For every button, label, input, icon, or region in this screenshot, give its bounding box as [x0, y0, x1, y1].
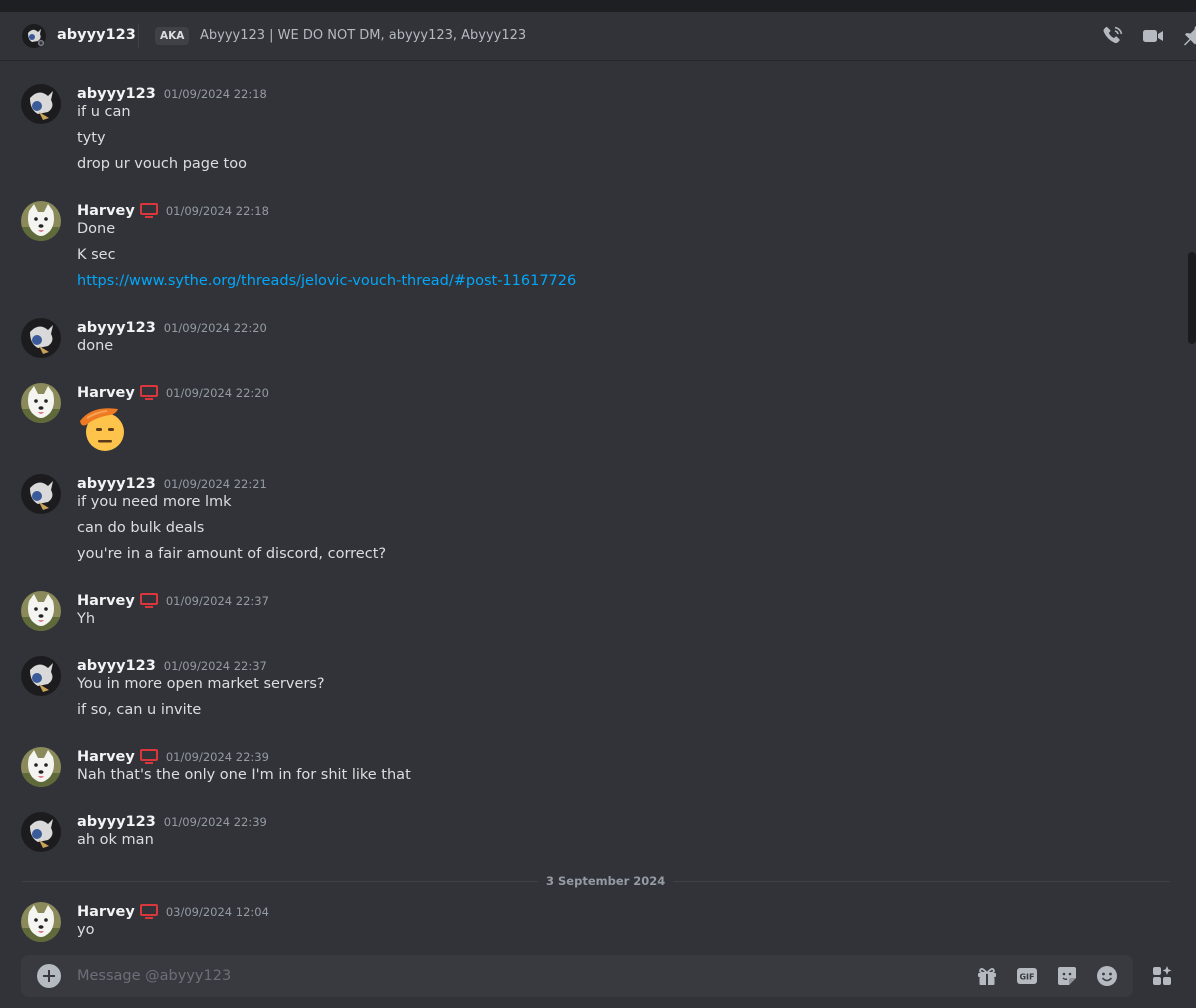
aka-names[interactable]: Abyyy123 | WE DO NOT DM, abyyy123, Abyyy…	[200, 28, 526, 43]
scrollbar-thumb[interactable]	[1188, 252, 1196, 344]
message-timestamp: 01/09/2024 22:20	[163, 321, 267, 335]
avatar[interactable]	[21, 656, 61, 696]
sticker-icon[interactable]	[1055, 964, 1079, 988]
message-header: Harvey 01/09/2024 22:20	[77, 383, 269, 403]
message-author[interactable]: abyyy123	[77, 86, 156, 102]
message-text: if u can	[77, 104, 131, 120]
message-link[interactable]: https://www.sythe.org/threads/jelovic-vo…	[77, 273, 576, 289]
message-header: abyyy123 01/09/2024 22:37	[77, 656, 267, 676]
message-input[interactable]	[77, 966, 957, 986]
desktop-monitor-icon	[139, 203, 158, 219]
avatar[interactable]	[21, 383, 61, 423]
avatar[interactable]	[21, 84, 61, 124]
message-author[interactable]: Harvey	[77, 749, 135, 765]
message-author[interactable]: abyyy123	[77, 320, 156, 336]
avatar[interactable]	[21, 812, 61, 852]
message-author[interactable]: Harvey	[77, 385, 135, 401]
message-text: if so, can u invite	[77, 702, 202, 718]
desktop-monitor-icon	[139, 904, 158, 920]
saluting-face-emoji[interactable]	[77, 405, 127, 451]
message-text: ah ok man	[77, 832, 154, 848]
window-top-strip	[0, 0, 1196, 12]
gif-icon[interactable]: GIF	[1015, 964, 1039, 988]
message-text: K sec	[77, 247, 116, 263]
message-text: Done	[77, 221, 116, 237]
message-timestamp: 01/09/2024 22:18	[165, 204, 269, 218]
message-timestamp: 01/09/2024 22:39	[163, 815, 267, 829]
message-timestamp: 01/09/2024 22:21	[163, 477, 267, 491]
message-text: if you need more lmk	[77, 494, 232, 510]
svg-text:GIF: GIF	[1019, 973, 1034, 982]
message-timestamp: 01/09/2024 22:20	[165, 386, 269, 400]
avatar[interactable]	[21, 474, 61, 514]
apps-icon[interactable]	[1150, 964, 1174, 988]
message-composer: GIF	[21, 955, 1133, 997]
avatar[interactable]	[21, 318, 61, 358]
message-text: tyty	[77, 130, 106, 146]
message-header: Harvey 01/09/2024 22:37	[77, 591, 269, 611]
message-author[interactable]: abyyy123	[77, 476, 156, 492]
message-header: abyyy123 01/09/2024 22:21	[77, 474, 267, 494]
header-divider	[138, 24, 139, 48]
message-header: Harvey 03/09/2024 12:04	[77, 902, 269, 922]
message-timestamp: 03/09/2024 12:04	[165, 905, 269, 919]
avatar[interactable]	[21, 201, 61, 241]
message-header: Harvey 01/09/2024 22:18	[77, 201, 269, 221]
upload-plus-icon[interactable]	[37, 964, 61, 988]
pin-icon[interactable]	[1181, 24, 1196, 48]
desktop-monitor-icon	[139, 749, 158, 765]
message-header: Harvey 01/09/2024 22:39	[77, 747, 269, 767]
message-list: abyyy123 01/09/2024 22:18 if u can tyty …	[0, 62, 1188, 952]
message-author[interactable]: Harvey	[77, 593, 135, 609]
desktop-monitor-icon	[139, 593, 158, 609]
message-timestamp: 01/09/2024 22:18	[163, 87, 267, 101]
message-timestamp: 01/09/2024 22:39	[165, 750, 269, 764]
message-text: done	[77, 338, 114, 354]
header-avatar[interactable]	[22, 24, 46, 48]
avatar[interactable]	[21, 747, 61, 787]
voice-call-icon[interactable]	[1101, 24, 1125, 48]
message-text: yo	[77, 922, 95, 938]
message-author[interactable]: abyyy123	[77, 814, 156, 830]
message-timestamp: 01/09/2024 22:37	[163, 659, 267, 673]
dm-header: abyyy123 AKA Abyyy123 | WE DO NOT DM, ab…	[0, 12, 1196, 61]
date-divider-label: 3 September 2024	[538, 874, 674, 888]
emoji-icon[interactable]	[1095, 964, 1119, 988]
message-text: Nah that's the only one I'm in for shit …	[77, 767, 411, 783]
avatar[interactable]	[21, 902, 61, 942]
message-author[interactable]: Harvey	[77, 904, 135, 920]
header-username: abyyy123	[57, 27, 136, 43]
gift-icon[interactable]	[975, 964, 999, 988]
message-text: You in more open market servers?	[77, 676, 325, 692]
video-call-icon[interactable]	[1141, 24, 1165, 48]
message-header: abyyy123 01/09/2024 22:39	[77, 812, 267, 832]
aka-badge: AKA	[155, 27, 190, 45]
message-timestamp: 01/09/2024 22:37	[165, 594, 269, 608]
desktop-monitor-icon	[139, 385, 158, 401]
message-author[interactable]: abyyy123	[77, 658, 156, 674]
message-text: Yh	[77, 611, 96, 627]
message-text: you're in a fair amount of discord, corr…	[77, 546, 387, 562]
avatar[interactable]	[21, 591, 61, 631]
message-header: abyyy123 01/09/2024 22:20	[77, 318, 267, 338]
message-header: abyyy123 01/09/2024 22:18	[77, 84, 267, 104]
message-text: can do bulk deals	[77, 520, 205, 536]
message-text: drop ur vouch page too	[77, 156, 247, 172]
message-author[interactable]: Harvey	[77, 203, 135, 219]
